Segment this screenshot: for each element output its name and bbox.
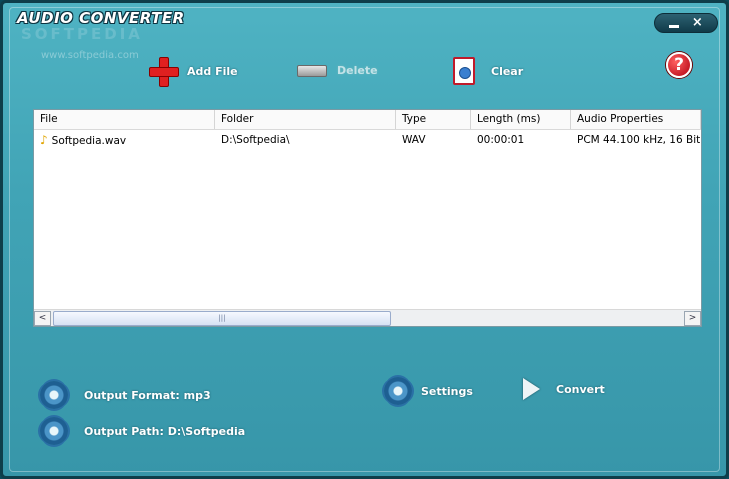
scroll-track[interactable]: ||| [51,310,684,326]
column-length[interactable]: Length (ms) [471,110,571,129]
scroll-thumb[interactable]: ||| [53,310,391,326]
close-button[interactable]: × [692,16,703,30]
clear-label: Clear [491,64,524,78]
file-name: Softpedia.wav [51,135,127,147]
file-folder: D:\Softpedia\ [221,134,290,146]
delete-button[interactable]: Delete [297,64,378,77]
gear-icon [40,381,68,409]
output-format-button[interactable]: Output Format: mp3 [40,381,211,409]
watermark: SOFTPEDIA [21,25,143,43]
file-list[interactable]: File Folder Type Length (ms) Audio Prope… [33,109,702,327]
watermark-url: www.softpedia.com [41,50,139,61]
add-file-label: Add File [187,64,238,78]
column-folder[interactable]: Folder [215,110,396,129]
window-controls: × [654,13,718,33]
file-properties: PCM 44.100 kHz, 16 Bit, Ste [577,134,701,146]
help-icon[interactable]: ? [666,52,692,78]
column-audio-properties[interactable]: Audio Properties [571,110,701,129]
list-header: File Folder Type Length (ms) Audio Prope… [34,110,701,130]
minimize-button[interactable] [669,24,680,28]
column-type[interactable]: Type [396,110,471,129]
app-window: AUDIO CONVERTER SOFTPEDIA www.softpedia.… [0,0,729,479]
clear-icon [453,57,475,85]
gear-icon [40,417,68,445]
column-file[interactable]: File [34,110,215,129]
settings-gear-icon [384,377,412,405]
settings-label: Settings [421,384,473,398]
output-path-label: Output Path: D:\Softpedia [84,424,246,438]
convert-button[interactable]: Convert [523,378,605,400]
minus-icon [297,64,327,77]
audio-file-icon: ♪ [40,133,48,147]
plus-icon [149,57,179,87]
clear-button[interactable]: Clear [453,57,523,85]
scroll-right-button[interactable]: > [684,310,701,326]
scroll-left-button[interactable]: < [34,310,51,326]
list-item[interactable]: ♪ Softpedia.wav D:\Softpedia\ WAV 00:00:0… [34,130,701,150]
file-type: WAV [402,134,426,146]
play-icon [523,378,540,400]
add-file-button[interactable]: Add File [149,57,238,87]
delete-label: Delete [337,64,378,77]
output-format-label: Output Format: mp3 [84,388,211,402]
convert-label: Convert [556,382,605,396]
settings-button[interactable]: Settings [384,377,473,405]
file-length: 00:00:01 [477,134,525,146]
horizontal-scrollbar[interactable]: < ||| > [34,309,701,326]
output-path-button[interactable]: Output Path: D:\Softpedia [40,417,245,445]
